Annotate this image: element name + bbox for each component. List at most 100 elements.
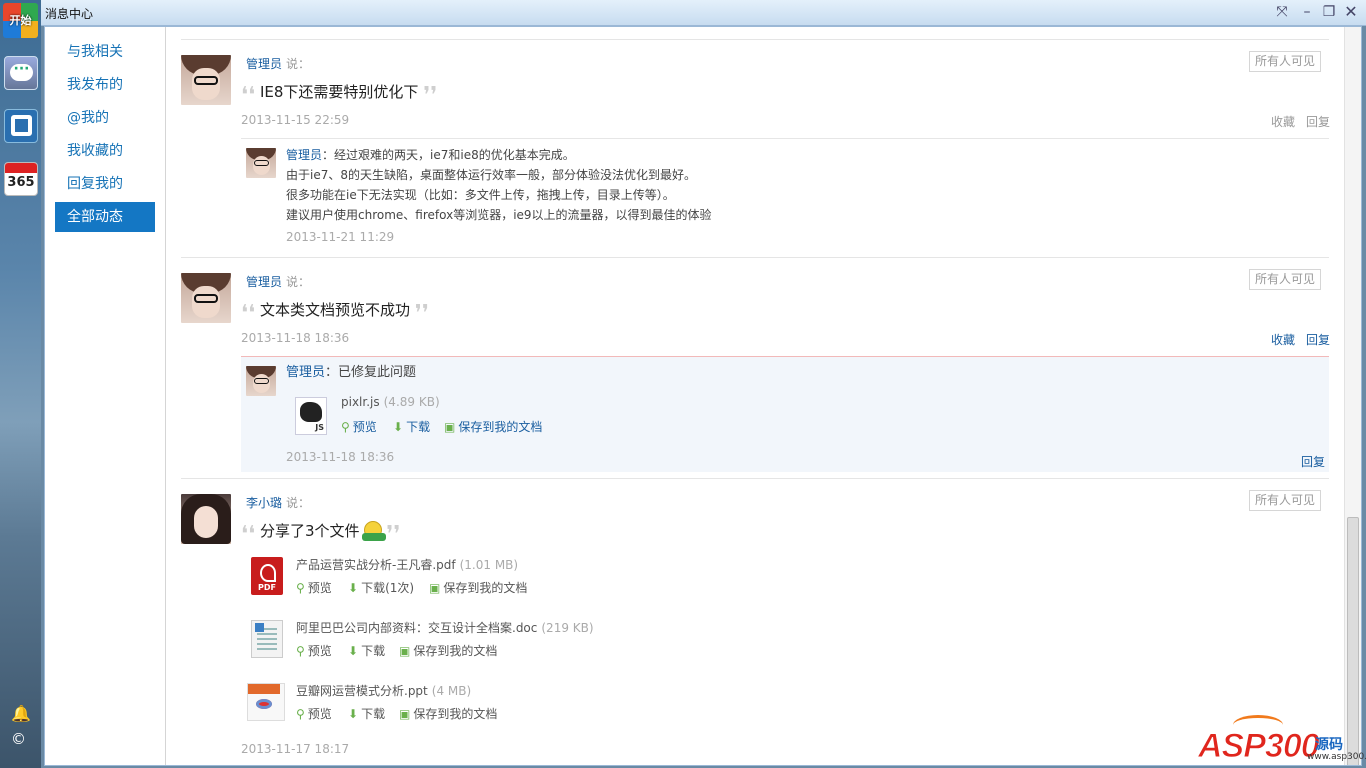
download-button[interactable]: ⬇ 下载 (348, 642, 385, 659)
post-author-name[interactable]: 管理员 (246, 57, 282, 71)
post-author-name[interactable]: 李小璐 (246, 496, 282, 510)
open-quote-icon: ❛❛ (241, 83, 256, 108)
calendar-365-icon[interactable]: 365 (4, 162, 38, 196)
post-text-content: IE8下还需要特别优化下 (259, 83, 419, 101)
nav-item-related[interactable]: 与我相关 (55, 37, 155, 67)
reply-author[interactable]: 管理员 (286, 365, 325, 380)
download-icon: ⬇ (348, 707, 359, 721)
save-to-docs-button[interactable]: ▣ 保存到我的文档 (399, 705, 497, 722)
nav-item-mentions[interactable]: @我的 (55, 103, 155, 133)
watermark-brand: ASP300 (1198, 727, 1321, 766)
open-quote-icon: ❛❛ (241, 522, 256, 547)
file-name[interactable]: pixlr.js (4.89 KB) (341, 395, 440, 409)
save-icon: ▣ (429, 581, 441, 595)
file-name-text: 产品运营实战分析-王凡睿.pdf (296, 558, 456, 572)
download-button[interactable]: ⬇ 下载(1次) (348, 579, 414, 596)
q-app-icon[interactable] (4, 109, 38, 143)
file-name-text: pixlr.js (341, 395, 380, 409)
save-icon: ▣ (399, 707, 411, 721)
download-button[interactable]: ⬇ 下载 (348, 705, 385, 722)
favorite-button[interactable]: 收藏 (1271, 113, 1295, 130)
preview-label: 预览 (307, 707, 332, 721)
reply-colon: ： (325, 365, 339, 380)
save-to-docs-button[interactable]: ▣ 保存到我的文档 (399, 642, 497, 659)
file-name-text: 阿里巴巴公司内部资料：交互设计全档案.doc (296, 621, 538, 635)
reply-author[interactable]: 管理员 (286, 148, 322, 162)
save-to-docs-button[interactable]: ▣ 保存到我的文档 (444, 418, 542, 435)
post-timestamp: 2013-11-15 22:59 (241, 113, 350, 127)
post-author-name[interactable]: 管理员 (246, 275, 282, 289)
reply-timestamp: 2013-11-18 18:36 (286, 450, 395, 464)
close-quote-icon: ❜❜ (414, 301, 429, 326)
nav-item-favorites[interactable]: 我收藏的 (55, 136, 155, 166)
reply-button[interactable]: 回复 (1306, 113, 1330, 130)
watermark-url: www.asp300.com (1307, 752, 1366, 762)
download-button[interactable]: ⬇ 下载 (393, 418, 430, 435)
download-icon: ⬇ (348, 644, 359, 658)
search-icon: ⚲ (296, 581, 305, 595)
file-name-text: 豆瓣网运营模式分析.ppt (296, 684, 428, 698)
file-name[interactable]: 豆瓣网运营模式分析.ppt (4 MB) (296, 682, 471, 699)
preview-label: 预览 (352, 420, 377, 434)
reply-line-1: 已修复此问题 (338, 365, 417, 380)
preview-button[interactable]: ⚲ 预览 (296, 579, 332, 596)
ppt-file-icon[interactable] (247, 683, 285, 721)
window-titlebar[interactable]: 消息中心 ⤧ – ❐ ✕ (41, 0, 1366, 26)
close-icon[interactable]: ✕ (1340, 2, 1362, 22)
open-quote-icon: ❛❛ (241, 301, 256, 326)
reply-thread: 管理员：已修复此问题 pixlr.js(4.89 KB) ⚲预览 ⬇下载 ▣保存… (241, 356, 1329, 472)
download-icon: ⬇ (348, 581, 359, 595)
close-quote-icon: ❜❜ (423, 83, 438, 108)
preview-button[interactable]: ⚲ 预览 (296, 642, 332, 659)
says-label: 说： (286, 275, 311, 289)
reply-button[interactable]: 回复 (1301, 453, 1325, 470)
post-text-content: 分享了3个文件 (259, 522, 360, 540)
file-name[interactable]: 产品运营实战分析-王凡睿.pdf (1.01 MB) (296, 556, 518, 573)
fullscreen-icon[interactable]: ⤧ (1271, 2, 1293, 22)
minimize-icon[interactable]: – (1296, 2, 1318, 22)
bell-icon[interactable]: 🔔 (11, 704, 31, 723)
favorite-button[interactable]: 收藏 (1271, 331, 1295, 348)
start-label: 开始 (9, 14, 32, 27)
post-text: ❛❛ 分享了3个文件 ❜❜ (241, 520, 400, 547)
maximize-icon[interactable]: ❐ (1318, 2, 1340, 22)
chat-icon[interactable] (4, 56, 38, 90)
copyright-icon[interactable]: © (11, 730, 26, 748)
feed-content: 管理员 说： 所有人可见 ❛❛ IE8下还需要特别优化下 ❜❜ 2013-11-1… (167, 27, 1341, 765)
download-label: 下载 (361, 707, 386, 721)
avatar[interactable] (181, 55, 231, 105)
scrollbar[interactable] (1344, 27, 1361, 765)
reply-line-4: 建议用户使用chrome、firefox等浏览器，ie9以上的流量器，以得到最佳… (286, 208, 712, 222)
preview-button[interactable]: ⚲ 预览 (296, 705, 332, 722)
avatar[interactable] (246, 148, 276, 178)
post-author: 管理员 说： (246, 55, 310, 72)
post-text: ❛❛ IE8下还需要特别优化下 ❜❜ (241, 81, 437, 108)
file-name[interactable]: 阿里巴巴公司内部资料：交互设计全档案.doc (219 KB) (296, 619, 594, 636)
visibility-badge[interactable]: 所有人可见 (1248, 269, 1321, 290)
visibility-badge[interactable]: 所有人可见 (1248, 490, 1321, 511)
visibility-badge[interactable]: 所有人可见 (1248, 51, 1321, 72)
preview-button[interactable]: ⚲ 预览 (341, 418, 377, 435)
doc-file-icon[interactable] (251, 620, 283, 658)
avatar[interactable] (181, 273, 231, 323)
nav-item-replies[interactable]: 回复我的 (55, 169, 155, 199)
nav-item-all[interactable]: 全部动态 (55, 202, 155, 232)
post-timestamp: 2013-11-17 18:17 (241, 742, 350, 756)
avatar[interactable] (246, 366, 276, 396)
save-icon: ▣ (444, 420, 456, 434)
preview-label: 预览 (307, 644, 332, 658)
save-label: 保存到我的文档 (413, 707, 498, 721)
says-label: 说： (286, 57, 311, 71)
file-size: (4 MB) (431, 684, 472, 698)
start-button[interactable]: 开始 (3, 3, 38, 38)
sidebar-nav: 与我相关 我发布的 @我的 我收藏的 回复我的 全部动态 (45, 27, 166, 765)
save-to-docs-button[interactable]: ▣ 保存到我的文档 (429, 579, 527, 596)
save-label: 保存到我的文档 (458, 420, 543, 434)
close-quote-icon: ❜❜ (386, 522, 401, 547)
watermark-logo: ASP300 源码 www.asp300.com (1193, 715, 1366, 766)
js-file-icon[interactable] (295, 397, 327, 435)
nav-item-my-posts[interactable]: 我发布的 (55, 70, 155, 100)
avatar[interactable] (181, 494, 231, 544)
reply-button[interactable]: 回复 (1306, 331, 1330, 348)
pdf-file-icon[interactable] (251, 557, 283, 595)
